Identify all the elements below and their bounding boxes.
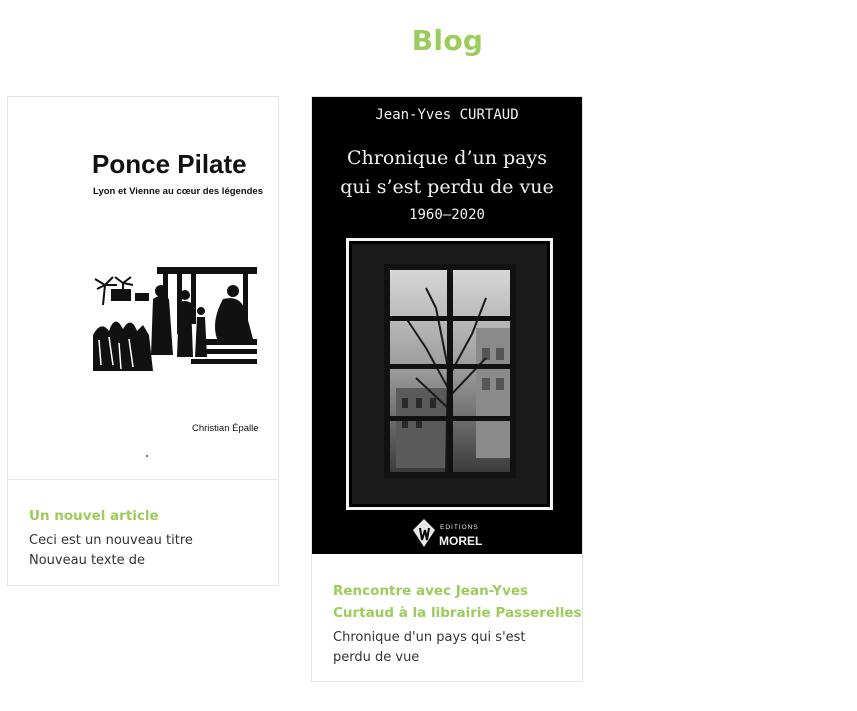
post-cover-image[interactable]: Jean-Yves CURTAUD Chronique d’un pays qu…	[312, 97, 582, 554]
page-title: Blog	[411, 24, 484, 57]
post-excerpt: Chronique d'un pays qui s'est perdu de v…	[333, 628, 568, 668]
post-excerpt-line: Nouveau texte de	[29, 553, 145, 568]
blog-post-card[interactable]: Ponce Pilate Lyon et Vienne au cœur des …	[7, 96, 279, 586]
blog-page: Blog Ponce Pilate Lyon et Vienne au cœur…	[0, 0, 857, 711]
cover-publisher-label: EDITIONS	[440, 524, 479, 531]
cover-illustration	[93, 265, 257, 371]
cover-author: Christian Épalle	[192, 423, 259, 434]
post-body: Rencontre avec Jean-Yves Curtaud à la li…	[333, 580, 582, 668]
cover-mark	[146, 455, 148, 457]
post-cover-image[interactable]: Ponce Pilate Lyon et Vienne au cœur des …	[8, 97, 278, 480]
post-excerpt: Ceci est un nouveau titre Nouveau texte …	[29, 531, 264, 571]
post-excerpt-line: Chronique d'un pays qui s'est	[333, 630, 526, 645]
post-title-link[interactable]: Rencontre avec Jean-Yves Curtaud à la li…	[333, 580, 582, 624]
cover-years: 1960–2020	[409, 207, 485, 223]
post-body: Un nouvel article Ceci est un nouveau ti…	[29, 505, 264, 571]
cover-author: Jean-Yves CURTAUD	[375, 107, 519, 123]
post-excerpt-line: perdu de vue	[333, 650, 420, 665]
cover-title-line: qui s’est perdu de vue	[340, 176, 554, 198]
cover-title-line: Chronique d’un pays	[347, 147, 547, 169]
cover-publisher-name: MOREL	[439, 534, 483, 548]
cover-title: Ponce Pilate	[92, 149, 247, 179]
post-title-line: Rencontre avec Jean-Yves	[333, 583, 529, 599]
blog-post-card[interactable]: Jean-Yves CURTAUD Chronique d’un pays qu…	[311, 96, 583, 682]
post-title-link[interactable]: Un nouvel article	[29, 505, 264, 527]
cover-title: Chronique d’un pays qui s’est perdu de v…	[312, 144, 582, 202]
cover-subtitle: Lyon et Vienne au cœur des légendes	[93, 186, 263, 197]
post-excerpt-line: Ceci est un nouveau titre	[29, 533, 193, 548]
post-title-line: Curtaud à la librairie Passerelles	[333, 605, 582, 621]
publisher-logo-icon	[413, 519, 435, 547]
cover-window-photo	[346, 238, 553, 510]
